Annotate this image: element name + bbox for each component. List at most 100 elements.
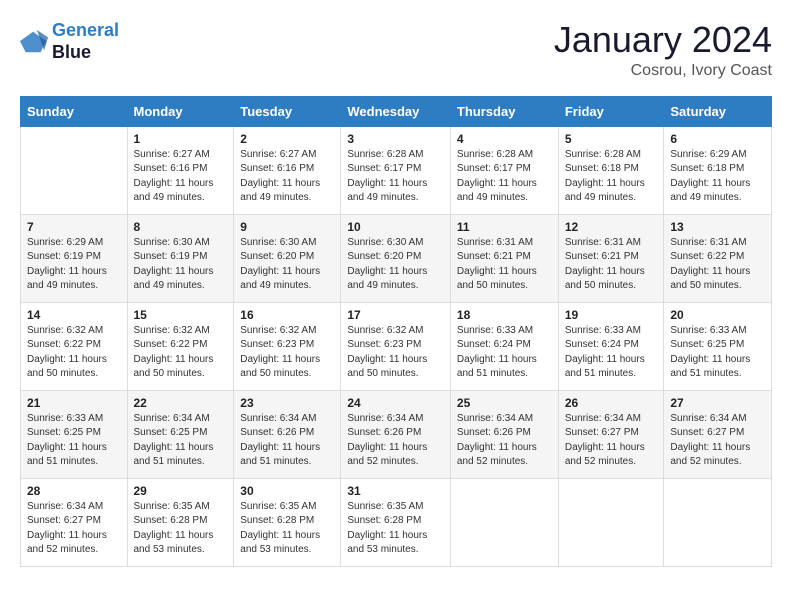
calendar-day-cell: 19Sunrise: 6:33 AMSunset: 6:24 PMDayligh…: [558, 302, 664, 390]
calendar-week-row: 14Sunrise: 6:32 AMSunset: 6:22 PMDayligh…: [21, 302, 772, 390]
day-number: 8: [134, 220, 228, 234]
calendar-day-cell: 3 Sunrise: 6:28 AMSunset: 6:17 PMDaylight…: [341, 126, 451, 214]
day-info: Sunrise: 6:27 AMSunset: 6:16 PMDaylight:…: [240, 148, 334, 206]
day-info: Sunrise: 6:34 AMSunset: 6:27 PMDaylight:…: [27, 500, 121, 558]
calendar-header: SundayMondayTuesdayWednesdayThursdayFrid…: [21, 96, 772, 126]
day-number: 12: [565, 220, 658, 234]
calendar-day-cell: 14Sunrise: 6:32 AMSunset: 6:22 PMDayligh…: [21, 302, 128, 390]
day-number: 18: [457, 308, 552, 322]
calendar-day-cell: 4 Sunrise: 6:28 AMSunset: 6:17 PMDaylight…: [450, 126, 558, 214]
day-info: Sunrise: 6:35 AMSunset: 6:28 PMDaylight:…: [134, 500, 228, 558]
weekday-header: Saturday: [664, 96, 772, 126]
calendar-day-cell: 22 Sunrise: 6:34 AMSunset: 6:25 PMDayligh…: [127, 390, 234, 478]
calendar-day-cell: 5 Sunrise: 6:28 AMSunset: 6:18 PMDaylight…: [558, 126, 664, 214]
calendar-day-cell: 25 Sunrise: 6:34 AMSunset: 6:26 PMDayligh…: [450, 390, 558, 478]
calendar-day-cell: 16 Sunrise: 6:32 AMSunset: 6:23 PMDayligh…: [234, 302, 341, 390]
day-info: Sunrise: 6:28 AMSunset: 6:17 PMDaylight:…: [347, 148, 444, 206]
calendar-week-row: 7 Sunrise: 6:29 AMSunset: 6:19 PMDaylight…: [21, 214, 772, 302]
day-number: 13: [670, 220, 765, 234]
calendar-day-cell: 11Sunrise: 6:31 AMSunset: 6:21 PMDayligh…: [450, 214, 558, 302]
day-info: Sunrise: 6:35 AMSunset: 6:28 PMDaylight:…: [240, 500, 334, 558]
weekday-header: Thursday: [450, 96, 558, 126]
calendar-day-cell: 15Sunrise: 6:32 AMSunset: 6:22 PMDayligh…: [127, 302, 234, 390]
day-info: Sunrise: 6:33 AMSunset: 6:25 PMDaylight:…: [670, 324, 765, 382]
calendar-day-cell: 1 Sunrise: 6:27 AMSunset: 6:16 PMDaylight…: [127, 126, 234, 214]
day-info: Sunrise: 6:34 AMSunset: 6:25 PMDaylight:…: [134, 412, 228, 470]
calendar-day-cell: 27 Sunrise: 6:34 AMSunset: 6:27 PMDayligh…: [664, 390, 772, 478]
weekday-header: Sunday: [21, 96, 128, 126]
day-number: 29: [134, 484, 228, 498]
day-number: 28: [27, 484, 121, 498]
day-number: 1: [134, 132, 228, 146]
calendar-day-cell: [664, 478, 772, 566]
day-info: Sunrise: 6:35 AMSunset: 6:28 PMDaylight:…: [347, 500, 444, 558]
day-info: Sunrise: 6:32 AMSunset: 6:22 PMDaylight:…: [27, 324, 121, 382]
day-info: Sunrise: 6:34 AMSunset: 6:26 PMDaylight:…: [457, 412, 552, 470]
day-info: Sunrise: 6:28 AMSunset: 6:18 PMDaylight:…: [565, 148, 658, 206]
page-header: General Blue January 2024 Cosrou, Ivory …: [20, 20, 772, 80]
day-info: Sunrise: 6:29 AMSunset: 6:19 PMDaylight:…: [27, 236, 121, 294]
day-info: Sunrise: 6:30 AMSunset: 6:20 PMDaylight:…: [240, 236, 334, 294]
location: Cosrou, Ivory Coast: [554, 62, 772, 80]
day-number: 2: [240, 132, 334, 146]
calendar-week-row: 21 Sunrise: 6:33 AMSunset: 6:25 PMDayligh…: [21, 390, 772, 478]
day-info: Sunrise: 6:33 AMSunset: 6:25 PMDaylight:…: [27, 412, 121, 470]
day-number: 5: [565, 132, 658, 146]
day-info: Sunrise: 6:28 AMSunset: 6:17 PMDaylight:…: [457, 148, 552, 206]
day-number: 3: [347, 132, 444, 146]
calendar-day-cell: 10 Sunrise: 6:30 AMSunset: 6:20 PMDayligh…: [341, 214, 451, 302]
calendar-day-cell: 7 Sunrise: 6:29 AMSunset: 6:19 PMDaylight…: [21, 214, 128, 302]
day-number: 31: [347, 484, 444, 498]
logo: General Blue: [20, 20, 119, 63]
calendar-table: SundayMondayTuesdayWednesdayThursdayFrid…: [20, 96, 772, 567]
day-info: Sunrise: 6:30 AMSunset: 6:19 PMDaylight:…: [134, 236, 228, 294]
day-number: 9: [240, 220, 334, 234]
weekday-header: Tuesday: [234, 96, 341, 126]
day-number: 22: [134, 396, 228, 410]
calendar-day-cell: 13 Sunrise: 6:31 AMSunset: 6:22 PMDayligh…: [664, 214, 772, 302]
day-number: 7: [27, 220, 121, 234]
day-number: 27: [670, 396, 765, 410]
day-number: 23: [240, 396, 334, 410]
day-number: 10: [347, 220, 444, 234]
calendar-day-cell: [558, 478, 664, 566]
day-number: 24: [347, 396, 444, 410]
day-info: Sunrise: 6:31 AMSunset: 6:21 PMDaylight:…: [565, 236, 658, 294]
calendar-day-cell: 8 Sunrise: 6:30 AMSunset: 6:19 PMDaylight…: [127, 214, 234, 302]
calendar-week-row: 28 Sunrise: 6:34 AMSunset: 6:27 PMDayligh…: [21, 478, 772, 566]
calendar-day-cell: 12 Sunrise: 6:31 AMSunset: 6:21 PMDayligh…: [558, 214, 664, 302]
calendar-day-cell: 21 Sunrise: 6:33 AMSunset: 6:25 PMDayligh…: [21, 390, 128, 478]
day-number: 6: [670, 132, 765, 146]
day-info: Sunrise: 6:34 AMSunset: 6:26 PMDaylight:…: [347, 412, 444, 470]
weekday-header: Monday: [127, 96, 234, 126]
calendar-day-cell: 17Sunrise: 6:32 AMSunset: 6:23 PMDayligh…: [341, 302, 451, 390]
day-number: 17: [347, 308, 444, 322]
day-number: 20: [670, 308, 765, 322]
day-info: Sunrise: 6:34 AMSunset: 6:27 PMDaylight:…: [565, 412, 658, 470]
calendar-week-row: 1 Sunrise: 6:27 AMSunset: 6:16 PMDaylight…: [21, 126, 772, 214]
calendar-day-cell: 28 Sunrise: 6:34 AMSunset: 6:27 PMDayligh…: [21, 478, 128, 566]
day-info: Sunrise: 6:34 AMSunset: 6:27 PMDaylight:…: [670, 412, 765, 470]
day-number: 16: [240, 308, 334, 322]
day-number: 4: [457, 132, 552, 146]
day-info: Sunrise: 6:30 AMSunset: 6:20 PMDaylight:…: [347, 236, 444, 294]
calendar-day-cell: 31 Sunrise: 6:35 AMSunset: 6:28 PMDayligh…: [341, 478, 451, 566]
day-number: 26: [565, 396, 658, 410]
logo-text: General Blue: [52, 20, 119, 63]
calendar-day-cell: 20 Sunrise: 6:33 AMSunset: 6:25 PMDayligh…: [664, 302, 772, 390]
calendar-day-cell: 29 Sunrise: 6:35 AMSunset: 6:28 PMDayligh…: [127, 478, 234, 566]
day-info: Sunrise: 6:27 AMSunset: 6:16 PMDaylight:…: [134, 148, 228, 206]
calendar-body: 1 Sunrise: 6:27 AMSunset: 6:16 PMDaylight…: [21, 126, 772, 566]
calendar-day-cell: 23Sunrise: 6:34 AMSunset: 6:26 PMDayligh…: [234, 390, 341, 478]
calendar-day-cell: 18 Sunrise: 6:33 AMSunset: 6:24 PMDayligh…: [450, 302, 558, 390]
day-info: Sunrise: 6:31 AMSunset: 6:22 PMDaylight:…: [670, 236, 765, 294]
calendar-day-cell: 30Sunrise: 6:35 AMSunset: 6:28 PMDayligh…: [234, 478, 341, 566]
calendar-day-cell: 2 Sunrise: 6:27 AMSunset: 6:16 PMDaylight…: [234, 126, 341, 214]
calendar-day-cell: 26 Sunrise: 6:34 AMSunset: 6:27 PMDayligh…: [558, 390, 664, 478]
day-number: 19: [565, 308, 658, 322]
day-info: Sunrise: 6:33 AMSunset: 6:24 PMDaylight:…: [457, 324, 552, 382]
day-number: 21: [27, 396, 121, 410]
day-number: 25: [457, 396, 552, 410]
day-info: Sunrise: 6:32 AMSunset: 6:23 PMDaylight:…: [240, 324, 334, 382]
calendar-day-cell: 24 Sunrise: 6:34 AMSunset: 6:26 PMDayligh…: [341, 390, 451, 478]
